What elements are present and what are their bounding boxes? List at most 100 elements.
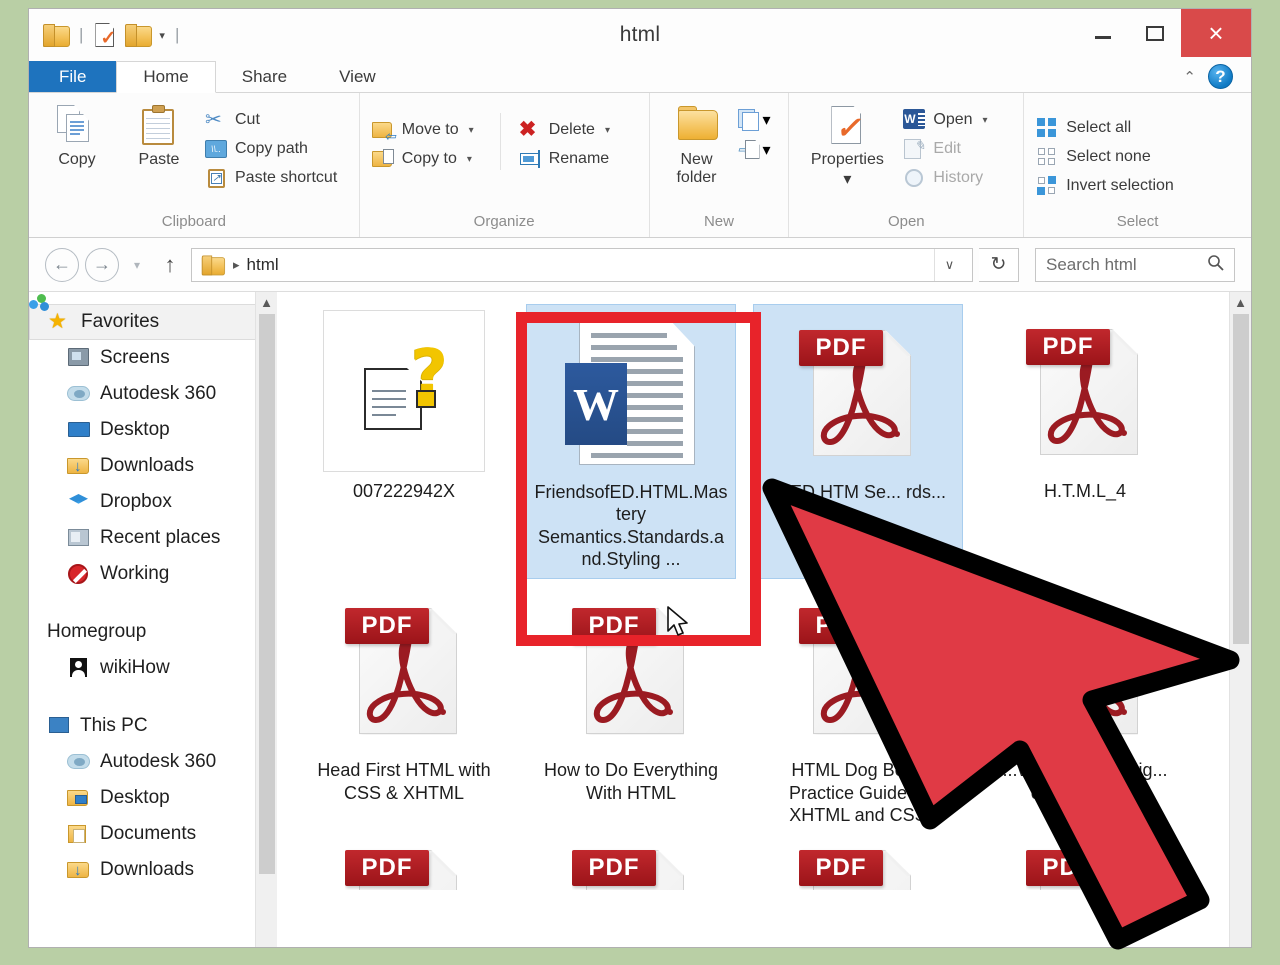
file-item[interactable]: PDF ...visual... for desig... effective … [980, 583, 1190, 834]
scroll-up-icon[interactable]: ▲ [256, 292, 277, 310]
sidebar-item-screens[interactable]: Screens [29, 340, 277, 376]
tab-home[interactable]: Home [116, 61, 215, 93]
sidebar-item-documents[interactable]: Documents [29, 816, 277, 852]
close-button[interactable]: × [1181, 9, 1251, 57]
help-icon[interactable]: ? [1208, 64, 1233, 89]
file-item[interactable]: PDF ...fED.HTM Se... rds... [753, 304, 963, 579]
ribbon-group-label-new: New [650, 213, 789, 237]
sidebar-item-label: Autodesk 360 [100, 751, 216, 773]
forward-button[interactable]: → [85, 248, 119, 282]
copy-to-button[interactable]: Copy to ▾ [372, 148, 474, 170]
file-name-label: Head First HTML with CSS & XHTML [306, 759, 502, 804]
pdf-file-icon: PDF [572, 844, 690, 890]
edit-button[interactable]: ✎ Edit [903, 138, 987, 160]
tab-view[interactable]: View [313, 61, 402, 92]
refresh-button[interactable]: ↻ [979, 248, 1019, 282]
new-folder-icon [677, 105, 717, 145]
select-none-icon [1036, 146, 1058, 168]
copy-path-button[interactable]: \\.. Copy path [205, 138, 337, 160]
scrollbar-thumb[interactable] [1233, 314, 1249, 644]
tab-file[interactable]: File [29, 61, 116, 92]
sidebar-item-downloads-pc[interactable]: ↓ Downloads [29, 852, 277, 888]
invert-selection-label: Invert selection [1066, 177, 1174, 195]
properties-button[interactable]: ✓ Properties ▾ [801, 103, 893, 189]
new-item-button[interactable]: ▾ [738, 109, 771, 131]
file-thumbnail: PDF [777, 589, 939, 751]
select-none-button[interactable]: Select none [1036, 146, 1174, 168]
open-button[interactable]: W Open ▾ [903, 109, 987, 131]
invert-selection-button[interactable]: Invert selection [1036, 175, 1174, 197]
folder-icon[interactable] [125, 24, 151, 46]
sidebar-item-autodesk-360-pc[interactable]: Autodesk 360 [29, 744, 277, 780]
delete-button[interactable]: ✖ Delete ▾ [519, 119, 610, 141]
working-icon [67, 563, 91, 585]
new-folder-label-line2: folder [676, 169, 716, 186]
sidebar-item-working[interactable]: Working [29, 556, 277, 592]
file-item[interactable]: PDF HTML Dog Best-Practice Guide to XHTM… [753, 583, 963, 834]
chevron-up-icon[interactable]: ⌃ [1183, 68, 1196, 86]
chevron-down-icon[interactable]: ▾ [159, 29, 165, 42]
tab-share[interactable]: Share [216, 61, 313, 92]
sidebar-item-downloads[interactable]: ↓ Downloads [29, 448, 277, 484]
minimize-button[interactable] [1077, 9, 1129, 57]
navigation-scrollbar[interactable]: ▲ [255, 292, 277, 947]
new-document-icon[interactable]: ✓ [93, 22, 117, 48]
file-item[interactable]: PDF [299, 838, 509, 898]
sidebar-item-this-pc[interactable]: This PC [29, 708, 277, 744]
scroll-up-icon[interactable]: ▲ [1230, 292, 1251, 310]
back-button[interactable]: ← [45, 248, 79, 282]
select-all-button[interactable]: Select all [1036, 117, 1174, 139]
file-item[interactable]: PDF H.T.M.L_4 [980, 304, 1190, 579]
file-list-scrollbar[interactable]: ▲ [1229, 292, 1251, 947]
maximize-button[interactable] [1129, 9, 1181, 57]
cut-button[interactable]: ✂ Cut [205, 109, 337, 131]
file-item[interactable]: PDF [753, 838, 963, 898]
scrollbar-thumb[interactable] [259, 314, 275, 874]
folder-icon[interactable] [43, 24, 69, 46]
rename-button[interactable]: Rename [519, 148, 610, 170]
chevron-down-icon[interactable]: ▾ [605, 125, 610, 136]
pdf-file-icon: PDF [799, 602, 917, 738]
properties-icon: ✓ [827, 105, 867, 145]
recent-locations-button[interactable]: ▾ [125, 248, 149, 282]
move-to-button[interactable]: ⇦ Move to ▾ [372, 119, 474, 141]
chevron-down-icon[interactable]: ▾ [843, 169, 851, 189]
file-item[interactable]: PDF [526, 838, 736, 898]
pdf-badge: PDF [1026, 329, 1110, 365]
file-thumbnail: PDF [777, 311, 939, 473]
file-item[interactable]: PDF How to Do Everything With HTML [526, 583, 736, 834]
paste-button[interactable]: Paste [123, 103, 195, 169]
quick-access-toolbar[interactable]: | ✓ ▾ | [29, 9, 181, 61]
delete-label: Delete [549, 121, 595, 139]
chevron-down-icon[interactable]: ▾ [469, 125, 474, 136]
sidebar-item-wikihow[interactable]: wikiHow [29, 650, 277, 686]
sidebar-item-desktop-pc[interactable]: Desktop [29, 780, 277, 816]
chevron-down-icon[interactable]: ▾ [763, 140, 771, 160]
up-button[interactable]: ↑ [155, 248, 185, 282]
paste-shortcut-button[interactable]: ↗ Paste shortcut [205, 167, 337, 189]
sidebar-item-dropbox[interactable]: Dropbox [29, 484, 277, 520]
search-input[interactable]: Search html [1035, 248, 1235, 282]
word-document-icon: W [565, 317, 697, 467]
sidebar-item-autodesk-360[interactable]: Autodesk 360 [29, 376, 277, 412]
copy-to-icon [372, 148, 394, 170]
file-item[interactable]: ? 007222942X [299, 304, 509, 579]
breadcrumb-item-html[interactable]: html [247, 255, 279, 275]
sidebar-item-favorites[interactable]: ★ Favorites [29, 304, 263, 340]
file-item[interactable]: PDF [980, 838, 1190, 898]
address-dropdown-button[interactable]: ∨ [934, 249, 964, 281]
easy-access-button[interactable]: ⇨ ▾ [738, 139, 771, 161]
sidebar-item-recent-places[interactable]: Recent places [29, 520, 277, 556]
sidebar-item-desktop[interactable]: Desktop [29, 412, 277, 448]
file-item[interactable]: W FriendsofED.HTML.Mastery Semantics.Sta… [526, 304, 736, 579]
history-button[interactable]: History [903, 167, 987, 189]
chevron-down-icon[interactable]: ▾ [983, 115, 988, 126]
sidebar-item-homegroup[interactable]: Homegroup [29, 614, 277, 650]
breadcrumb[interactable]: ▸ html ∨ [191, 248, 973, 282]
file-item[interactable]: PDF Head First HTML with CSS & XHTML [299, 583, 509, 834]
new-folder-button[interactable]: New folder [662, 103, 732, 187]
chevron-down-icon[interactable]: ▾ [467, 154, 472, 165]
file-name-label: FriendsofED.HTML.Mastery Semantics.Stand… [533, 481, 729, 570]
chevron-down-icon[interactable]: ▾ [763, 110, 771, 130]
copy-button[interactable]: Copy [41, 103, 113, 169]
